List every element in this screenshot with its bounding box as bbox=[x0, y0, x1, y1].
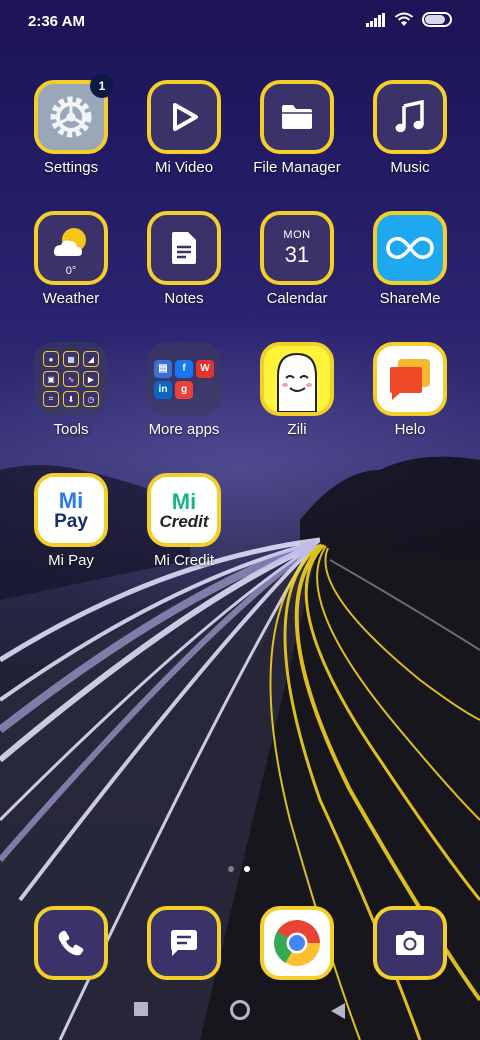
page-indicator bbox=[228, 866, 250, 872]
recorder-icon: ∿ bbox=[63, 371, 79, 387]
weather-icon[interactable]: 0° bbox=[34, 211, 108, 285]
folder-preview-grid: ● ▦ ◢ ▣ ∿ ▶ ⌗ ⬇ ◷ bbox=[43, 351, 99, 407]
download-icon: ⬇ bbox=[63, 391, 79, 407]
app-label: File Manager bbox=[253, 159, 341, 176]
gallery-icon: ▣ bbox=[43, 371, 59, 387]
app-file-manager[interactable]: File Manager bbox=[241, 80, 353, 192]
back-triangle-icon bbox=[331, 1003, 345, 1019]
music-note-icon[interactable] bbox=[373, 80, 447, 154]
zili-ghost-icon[interactable] bbox=[260, 342, 334, 416]
recents-button[interactable] bbox=[133, 1001, 149, 1022]
app-music[interactable]: Music bbox=[354, 80, 466, 192]
wps-icon: W bbox=[196, 359, 214, 378]
weather-temperature: 0° bbox=[65, 265, 77, 277]
app-zili[interactable]: Zili bbox=[241, 342, 353, 454]
app-label: ShareMe bbox=[379, 290, 441, 307]
app-label: Mi Video bbox=[154, 159, 214, 176]
app-label: Mi Pay bbox=[48, 552, 94, 569]
app-label: Settings bbox=[43, 159, 99, 176]
home-circle-icon bbox=[230, 1000, 250, 1020]
app-label: Weather bbox=[42, 290, 100, 307]
phone-icon[interactable] bbox=[34, 906, 108, 980]
play-icon[interactable] bbox=[147, 80, 221, 154]
note-document-icon[interactable] bbox=[147, 211, 221, 285]
app-label: Notes bbox=[164, 290, 204, 307]
app-notes[interactable]: Notes bbox=[128, 211, 240, 323]
page-dot[interactable] bbox=[228, 866, 234, 872]
app-label: More apps bbox=[148, 421, 220, 438]
calculator-icon: ▦ bbox=[63, 351, 79, 367]
linkedin-icon: in bbox=[154, 380, 172, 399]
mi-pay-logo-bottom: Pay bbox=[54, 510, 88, 532]
mi-pay-logo-top: Mi bbox=[58, 487, 84, 513]
dock-camera[interactable] bbox=[354, 906, 466, 1018]
scanner-icon: ⌗ bbox=[43, 391, 59, 407]
folder-preview-grid: ▤ f W in g bbox=[154, 359, 214, 399]
page-dot-active[interactable] bbox=[244, 866, 250, 872]
shop-icon: ▤ bbox=[154, 359, 172, 378]
app-shareme[interactable]: ShareMe bbox=[354, 211, 466, 323]
app-label: Zili bbox=[287, 421, 307, 438]
compass-icon: ◢ bbox=[83, 351, 99, 367]
helo-chat-icon[interactable] bbox=[373, 342, 447, 416]
tools-folder-icon[interactable]: ● ▦ ◢ ▣ ∿ ▶ ⌗ ⬇ ◷ bbox=[34, 342, 108, 416]
calendar-weekday: MON bbox=[283, 228, 311, 241]
calendar-day: 31 bbox=[284, 241, 310, 267]
app-label: Music bbox=[390, 159, 430, 176]
back-button[interactable] bbox=[330, 1002, 346, 1025]
recents-square-icon bbox=[134, 1002, 148, 1016]
app-label: Calendar bbox=[266, 290, 328, 307]
camera-icon[interactable] bbox=[373, 906, 447, 980]
app-settings[interactable]: 1 Settings bbox=[15, 74, 127, 192]
app-mi-pay[interactable]: Mi Pay Mi Pay bbox=[15, 473, 127, 585]
contacts-icon: ● bbox=[43, 351, 59, 367]
status-time: 2:36 AM bbox=[28, 13, 85, 30]
app-label: Mi Credit bbox=[153, 552, 214, 569]
app-helo[interactable]: Helo bbox=[354, 342, 466, 454]
settings-icon[interactable]: 1 bbox=[34, 74, 114, 154]
mi-credit-logo-bottom: Credit bbox=[159, 511, 209, 531]
app-calendar[interactable]: MON 31 Calendar bbox=[241, 211, 353, 323]
clock-icon: ◷ bbox=[83, 391, 99, 407]
dock-phone[interactable] bbox=[15, 906, 127, 1018]
game-icon: g bbox=[175, 380, 193, 399]
signal-icon bbox=[366, 12, 385, 27]
mi-credit-logo-icon[interactable]: Mi Credit bbox=[147, 473, 221, 547]
status-icons bbox=[366, 12, 452, 27]
folder-icon[interactable] bbox=[260, 80, 334, 154]
status-bar: 2:36 AM bbox=[0, 0, 480, 44]
app-mi-credit[interactable]: Mi Credit Mi Credit bbox=[128, 473, 240, 585]
notification-badge: 1 bbox=[90, 74, 114, 98]
app-label: Tools bbox=[53, 421, 89, 438]
battery-icon bbox=[422, 12, 452, 27]
app-label: Helo bbox=[394, 421, 426, 438]
battery-level bbox=[425, 15, 446, 24]
message-icon[interactable] bbox=[147, 906, 221, 980]
chrome-icon[interactable] bbox=[260, 906, 334, 980]
app-mi-video[interactable]: Mi Video bbox=[128, 80, 240, 192]
more-apps-folder-icon[interactable]: ▤ f W in g bbox=[147, 342, 221, 416]
empty-slot bbox=[196, 381, 214, 399]
calendar-icon[interactable]: MON 31 bbox=[260, 211, 334, 285]
home-button[interactable] bbox=[229, 999, 251, 1026]
wifi-icon bbox=[394, 12, 414, 26]
video-icon: ▶ bbox=[83, 371, 99, 387]
folder-tools[interactable]: ● ▦ ◢ ▣ ∿ ▶ ⌗ ⬇ ◷ Tools bbox=[15, 342, 127, 454]
folder-more-apps[interactable]: ▤ f W in g More apps bbox=[128, 342, 240, 454]
mi-credit-logo-top: Mi bbox=[171, 488, 197, 514]
mi-pay-logo-icon[interactable]: Mi Pay bbox=[34, 473, 108, 547]
infinity-icon[interactable] bbox=[373, 211, 447, 285]
facebook-icon: f bbox=[175, 359, 193, 378]
app-weather[interactable]: 0° Weather bbox=[15, 211, 127, 323]
